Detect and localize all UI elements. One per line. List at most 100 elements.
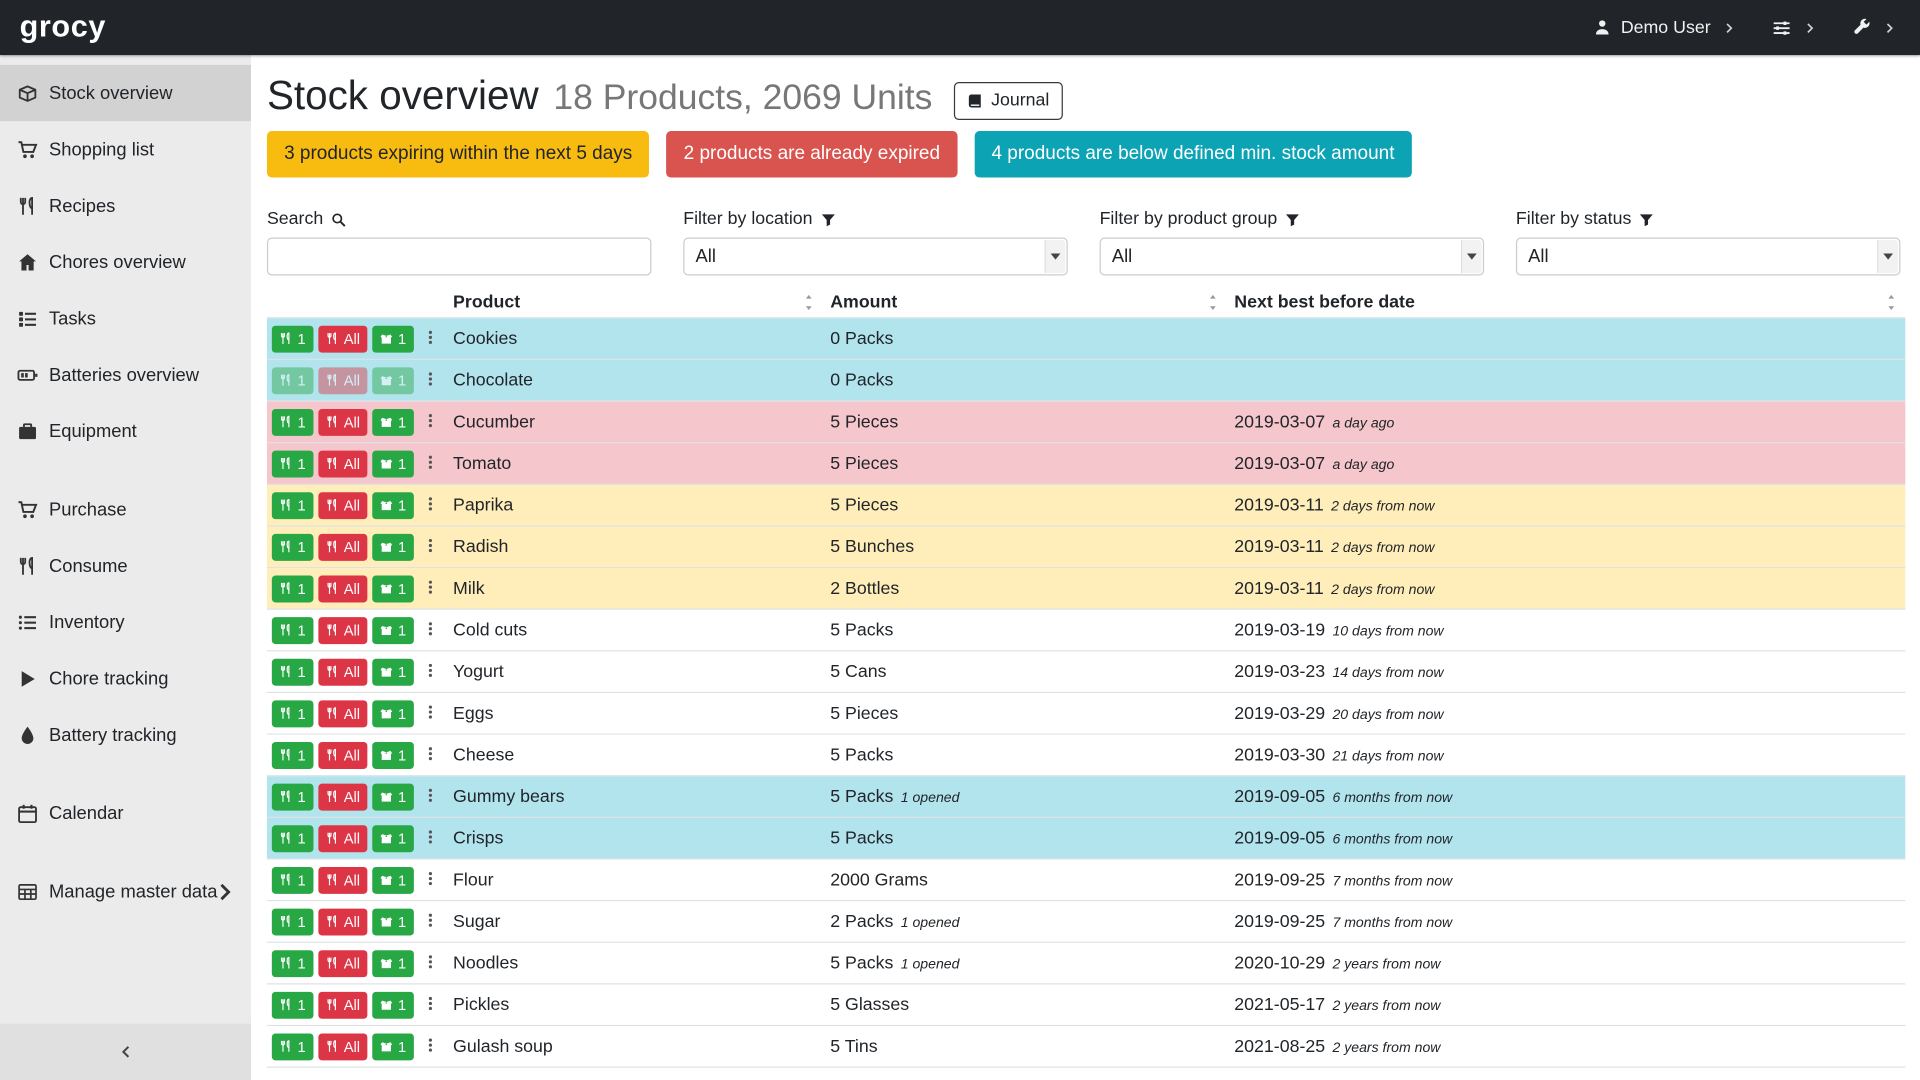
open-one-button[interactable]: 1: [372, 700, 413, 727]
consume-one-button[interactable]: 1: [272, 575, 313, 602]
consume-all-button[interactable]: All: [318, 1033, 367, 1060]
open-one-button[interactable]: 1: [372, 908, 413, 935]
expiring-products-pill[interactable]: 3 products expiring within the next 5 da…: [267, 131, 649, 178]
sidebar-item-recipes[interactable]: Recipes: [0, 178, 251, 234]
consume-one-button[interactable]: 1: [272, 700, 313, 727]
consume-one-button[interactable]: 1: [272, 741, 313, 768]
product-group-select[interactable]: All: [1100, 238, 1484, 276]
consume-all-button[interactable]: All: [318, 367, 367, 394]
consume-one-button[interactable]: 1: [272, 533, 313, 560]
consume-one-button[interactable]: 1: [272, 950, 313, 977]
consume-one-button[interactable]: 1: [272, 450, 313, 477]
settings-menu[interactable]: [1772, 18, 1816, 38]
row-menu-button[interactable]: [421, 533, 439, 560]
sidebar-item-chore-tracking[interactable]: Chore tracking: [0, 650, 251, 706]
consume-one-button[interactable]: 1: [272, 408, 313, 435]
open-one-button[interactable]: 1: [372, 741, 413, 768]
open-one-button[interactable]: 1: [372, 617, 413, 644]
row-menu-button[interactable]: [421, 325, 439, 352]
consume-all-button[interactable]: All: [318, 991, 367, 1018]
row-menu-button[interactable]: [421, 991, 439, 1018]
open-one-button[interactable]: 1: [372, 866, 413, 893]
row-menu-button[interactable]: [421, 492, 439, 519]
open-one-button[interactable]: 1: [372, 367, 413, 394]
open-one-button[interactable]: 1: [372, 450, 413, 477]
row-menu-button[interactable]: [421, 866, 439, 893]
column-header-product[interactable]: Product: [446, 288, 823, 317]
row-menu-button[interactable]: [421, 617, 439, 644]
consume-all-button[interactable]: All: [318, 450, 367, 477]
user-menu[interactable]: Demo User: [1593, 18, 1735, 38]
consume-all-button[interactable]: All: [318, 700, 367, 727]
sidebar-item-chores-overview[interactable]: Chores overview: [0, 234, 251, 290]
sidebar-item-tasks[interactable]: Tasks: [0, 290, 251, 346]
consume-all-button[interactable]: All: [318, 783, 367, 810]
sidebar-item-calendar[interactable]: Calendar: [0, 785, 251, 841]
consume-one-button[interactable]: 1: [272, 825, 313, 852]
consume-all-button[interactable]: All: [318, 658, 367, 685]
consume-one-button[interactable]: 1: [272, 617, 313, 644]
open-one-button[interactable]: 1: [372, 1033, 413, 1060]
open-one-button[interactable]: 1: [372, 783, 413, 810]
row-menu-button[interactable]: [421, 658, 439, 685]
consume-all-button[interactable]: All: [318, 908, 367, 935]
consume-one-button[interactable]: 1: [272, 991, 313, 1018]
sidebar-item-stock-overview[interactable]: Stock overview: [0, 65, 251, 121]
sidebar-item-battery-tracking[interactable]: Battery tracking: [0, 707, 251, 763]
consume-one-button[interactable]: 1: [272, 658, 313, 685]
open-one-button[interactable]: 1: [372, 492, 413, 519]
consume-all-button[interactable]: All: [318, 825, 367, 852]
open-one-button[interactable]: 1: [372, 533, 413, 560]
open-one-button[interactable]: 1: [372, 950, 413, 977]
consume-all-button[interactable]: All: [318, 408, 367, 435]
open-one-button[interactable]: 1: [372, 825, 413, 852]
below-min-stock-pill[interactable]: 4 products are below defined min. stock …: [974, 131, 1411, 178]
row-menu-button[interactable]: [421, 1033, 439, 1060]
sidebar-item-shopping-list[interactable]: Shopping list: [0, 121, 251, 177]
row-menu-button[interactable]: [421, 408, 439, 435]
sidebar-collapse-button[interactable]: [0, 1024, 251, 1080]
sidebar-item-batteries-overview[interactable]: Batteries overview: [0, 347, 251, 403]
open-one-button[interactable]: 1: [372, 575, 413, 602]
consume-one-button[interactable]: 1: [272, 866, 313, 893]
row-menu-button[interactable]: [421, 825, 439, 852]
consume-one-button[interactable]: 1: [272, 367, 313, 394]
consume-one-button[interactable]: 1: [272, 325, 313, 352]
consume-one-button[interactable]: 1: [272, 908, 313, 935]
open-one-button[interactable]: 1: [372, 325, 413, 352]
consume-one-button[interactable]: 1: [272, 1033, 313, 1060]
consume-one-button[interactable]: 1: [272, 783, 313, 810]
consume-all-button[interactable]: All: [318, 741, 367, 768]
open-one-button[interactable]: 1: [372, 658, 413, 685]
location-select[interactable]: All: [683, 238, 1067, 276]
sidebar-item-consume[interactable]: Consume: [0, 538, 251, 594]
column-header-amount[interactable]: Amount: [823, 288, 1227, 317]
sidebar-item-equipment[interactable]: Equipment: [0, 403, 251, 459]
consume-all-button[interactable]: All: [318, 866, 367, 893]
search-input[interactable]: [267, 238, 651, 276]
consume-all-button[interactable]: All: [318, 325, 367, 352]
row-menu-button[interactable]: [421, 450, 439, 477]
row-menu-button[interactable]: [421, 950, 439, 977]
row-menu-button[interactable]: [421, 575, 439, 602]
sidebar-item-purchase[interactable]: Purchase: [0, 481, 251, 537]
sidebar-item-inventory[interactable]: Inventory: [0, 594, 251, 650]
open-one-button[interactable]: 1: [372, 991, 413, 1018]
row-menu-button[interactable]: [421, 741, 439, 768]
row-menu-button[interactable]: [421, 700, 439, 727]
sidebar-item-manage-master-data[interactable]: Manage master data: [0, 863, 251, 919]
consume-all-button[interactable]: All: [318, 950, 367, 977]
consume-all-button[interactable]: All: [318, 617, 367, 644]
row-menu-button[interactable]: [421, 783, 439, 810]
row-menu-button[interactable]: [421, 367, 439, 394]
consume-all-button[interactable]: All: [318, 575, 367, 602]
row-menu-button[interactable]: [421, 908, 439, 935]
consume-all-button[interactable]: All: [318, 533, 367, 560]
journal-button[interactable]: Journal: [954, 81, 1062, 119]
open-one-button[interactable]: 1: [372, 408, 413, 435]
column-header-best-before[interactable]: Next best before date: [1227, 288, 1905, 317]
status-select[interactable]: All: [1516, 238, 1900, 276]
app-logo[interactable]: grocy: [20, 10, 106, 46]
admin-tools-menu[interactable]: [1853, 18, 1896, 36]
consume-all-button[interactable]: All: [318, 492, 367, 519]
